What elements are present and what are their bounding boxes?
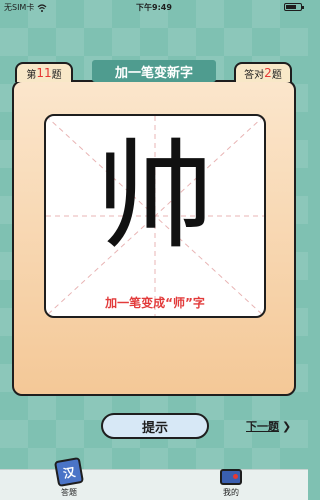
tab-mine-label: 我的 [223,488,239,497]
status-time: 下午9:49 [136,3,172,12]
correct-suffix: 题 [271,69,282,81]
battery-icon [284,3,304,11]
page-title: 加一笔变新字 [92,60,216,82]
puzzle-hint: 加一笔变成“师”字 [105,296,205,310]
question-suffix: 题 [51,69,62,81]
correct-count: 2 [264,66,272,80]
tab-bar: 汉 答题 我的 [0,456,308,500]
next-question-button[interactable]: 下一题 ❯ [246,418,291,434]
question-number: 11 [36,66,52,80]
next-question-label: 下一题 [246,420,279,433]
question-prefix: 第 [26,69,37,81]
chevron-right-icon: ❯ [282,419,292,433]
status-bar: 无SIM卡 下午9:49 [0,0,308,14]
tab-answer-label: 答题 [61,488,77,497]
correct-prefix: 答对 [244,69,265,81]
question-number-tag: 第 11 题 [15,62,73,82]
tab-mine[interactable]: 我的 [220,469,242,498]
puzzle-character: 帅 [95,127,214,265]
hint-button[interactable]: 提示 [101,413,209,439]
answer-icon: 汉 [53,456,85,488]
puzzle-panel: 帅 加一笔变成“师”字 [12,80,296,396]
battery-level [286,5,296,9]
tab-answer[interactable]: 汉 答题 [53,456,85,498]
wallet-icon [220,469,242,485]
correct-count-tag: 答对 2 题 [234,62,292,82]
character-grid: 帅 加一笔变成“师”字 [44,114,266,318]
